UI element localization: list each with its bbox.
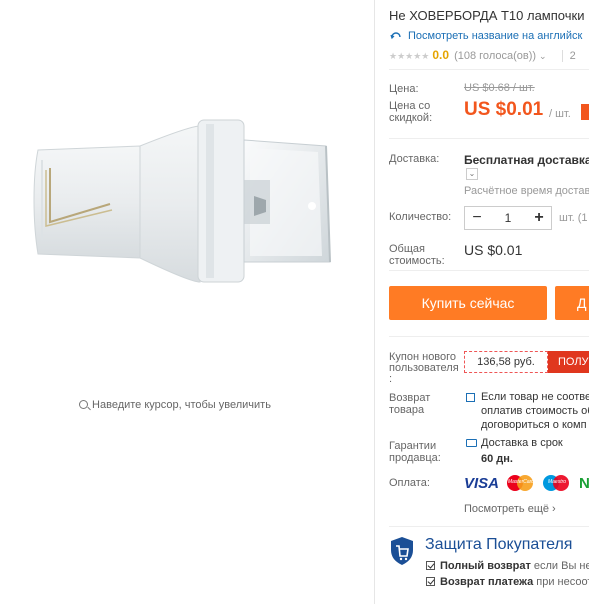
discount-price: US $0.01	[464, 99, 544, 120]
total-price: US $0.01	[464, 242, 523, 258]
coupon-label-3: :	[389, 373, 393, 385]
returns-label-2: товара	[389, 404, 425, 416]
rating-score: 0.0	[432, 48, 450, 62]
shipping-label: Доставка:	[389, 153, 440, 165]
quantity-label: Количество:	[389, 211, 452, 223]
returns-line-3: договориться о комп	[481, 419, 587, 431]
product-details-panel: Не ХОВЕРБОРДА T10 лампочки ш Посмотреть …	[389, 0, 589, 604]
shipping-dropdown-icon[interactable]: ⌄	[466, 168, 478, 180]
discount-price-label-1: Цена со	[389, 100, 431, 112]
estimated-delivery: Расчётное время достав	[464, 185, 589, 197]
get-coupon-button[interactable]: ПОЛУ	[548, 351, 589, 373]
divider	[389, 336, 589, 337]
quantity-input[interactable]: 1	[489, 207, 527, 229]
product-image[interactable]	[0, 0, 372, 300]
product-title: Не ХОВЕРБОРДА T10 лампочки ш	[389, 8, 589, 23]
translate-icon	[390, 32, 401, 40]
price-unit: / шт.	[549, 108, 571, 120]
rating-row: ★★★★★ 0.0 (108 голоса(ов)) ⌄ 2	[389, 48, 576, 62]
quantity-stepper: − 1 +	[464, 206, 552, 230]
returns-label-1: Возврат	[389, 392, 431, 404]
divider	[389, 526, 589, 527]
total-label-2: стоимость:	[389, 255, 445, 267]
translate-title-link[interactable]: Посмотреть название на английск	[389, 29, 582, 42]
guarantee-text: Доставка в срок	[481, 437, 563, 449]
shipping-value[interactable]: Бесплатная доставка в	[464, 153, 589, 167]
quantity-decrease-button[interactable]: −	[465, 207, 489, 229]
orders-count: 2	[561, 50, 576, 62]
payment-label: Оплата:	[389, 477, 430, 489]
protection-item-refund: Полный возврат если Вы не п	[426, 560, 589, 572]
discount-price-label-2: скидкой:	[389, 112, 433, 124]
total-label-1: Общая	[389, 243, 425, 255]
guarantee-label-2: продавца:	[389, 452, 441, 464]
product-page: Наведите курсор, чтобы увеличить Не ХОВЕ…	[0, 0, 589, 604]
discount-badge	[581, 104, 589, 120]
maestro-icon: Maestro	[543, 474, 571, 492]
translate-link-text[interactable]: Посмотреть название на английск	[408, 30, 582, 42]
quantity-available: шт. (1	[559, 212, 588, 224]
coupon-label-2: пользователя	[389, 362, 459, 374]
payment-methods: VISA MasterCard Maestro N	[464, 474, 589, 492]
chevron-down-icon[interactable]: ⌄	[539, 51, 547, 61]
price-label: Цена:	[389, 83, 419, 95]
protection-item-return: Возврат платежа при несоотв	[426, 576, 589, 588]
buyer-protection-title: Защита Покупателя	[425, 536, 573, 553]
returns-line-2: оплатив стоимость об	[481, 405, 589, 417]
returns-text: Если товар не соответ оплатив стоимость …	[481, 390, 589, 432]
rating-votes[interactable]: (108 голоса(ов))	[454, 50, 536, 62]
shield-icon	[391, 537, 413, 565]
mastercard-icon: MasterCard	[507, 474, 535, 492]
checkbox-icon	[426, 561, 435, 570]
rating-stars-icon: ★★★★★	[389, 51, 430, 61]
truck-icon	[466, 439, 477, 447]
divider	[389, 138, 589, 139]
checkbox-icon	[426, 577, 435, 586]
divider	[389, 270, 589, 271]
guarantee-label-1: Гарантии	[389, 440, 437, 452]
buy-now-button[interactable]: Купить сейчас	[389, 286, 547, 320]
magnifier-icon	[79, 400, 89, 409]
guarantee-days: 60 дн.	[481, 453, 513, 465]
other-payment-icon: N	[579, 474, 589, 492]
panel-divider	[374, 0, 375, 604]
add-to-cart-button[interactable]: Д	[555, 286, 589, 320]
returns-line-1: Если товар не соответ	[481, 391, 589, 403]
coupon-value: 136,58 руб.	[464, 351, 548, 373]
divider	[389, 69, 589, 70]
return-policy-icon	[466, 393, 475, 402]
zoom-hint-text: Наведите курсор, чтобы увеличить	[92, 399, 271, 411]
quantity-increase-button[interactable]: +	[527, 207, 551, 229]
zoom-hint: Наведите курсор, чтобы увеличить	[0, 399, 350, 411]
see-more-payments-link[interactable]: Посмотреть ещё ›	[464, 503, 556, 515]
product-image-area[interactable]: Наведите курсор, чтобы увеличить	[0, 0, 372, 604]
visa-icon: VISA	[464, 474, 500, 492]
original-price: US $0.68 / шт.	[464, 82, 535, 94]
